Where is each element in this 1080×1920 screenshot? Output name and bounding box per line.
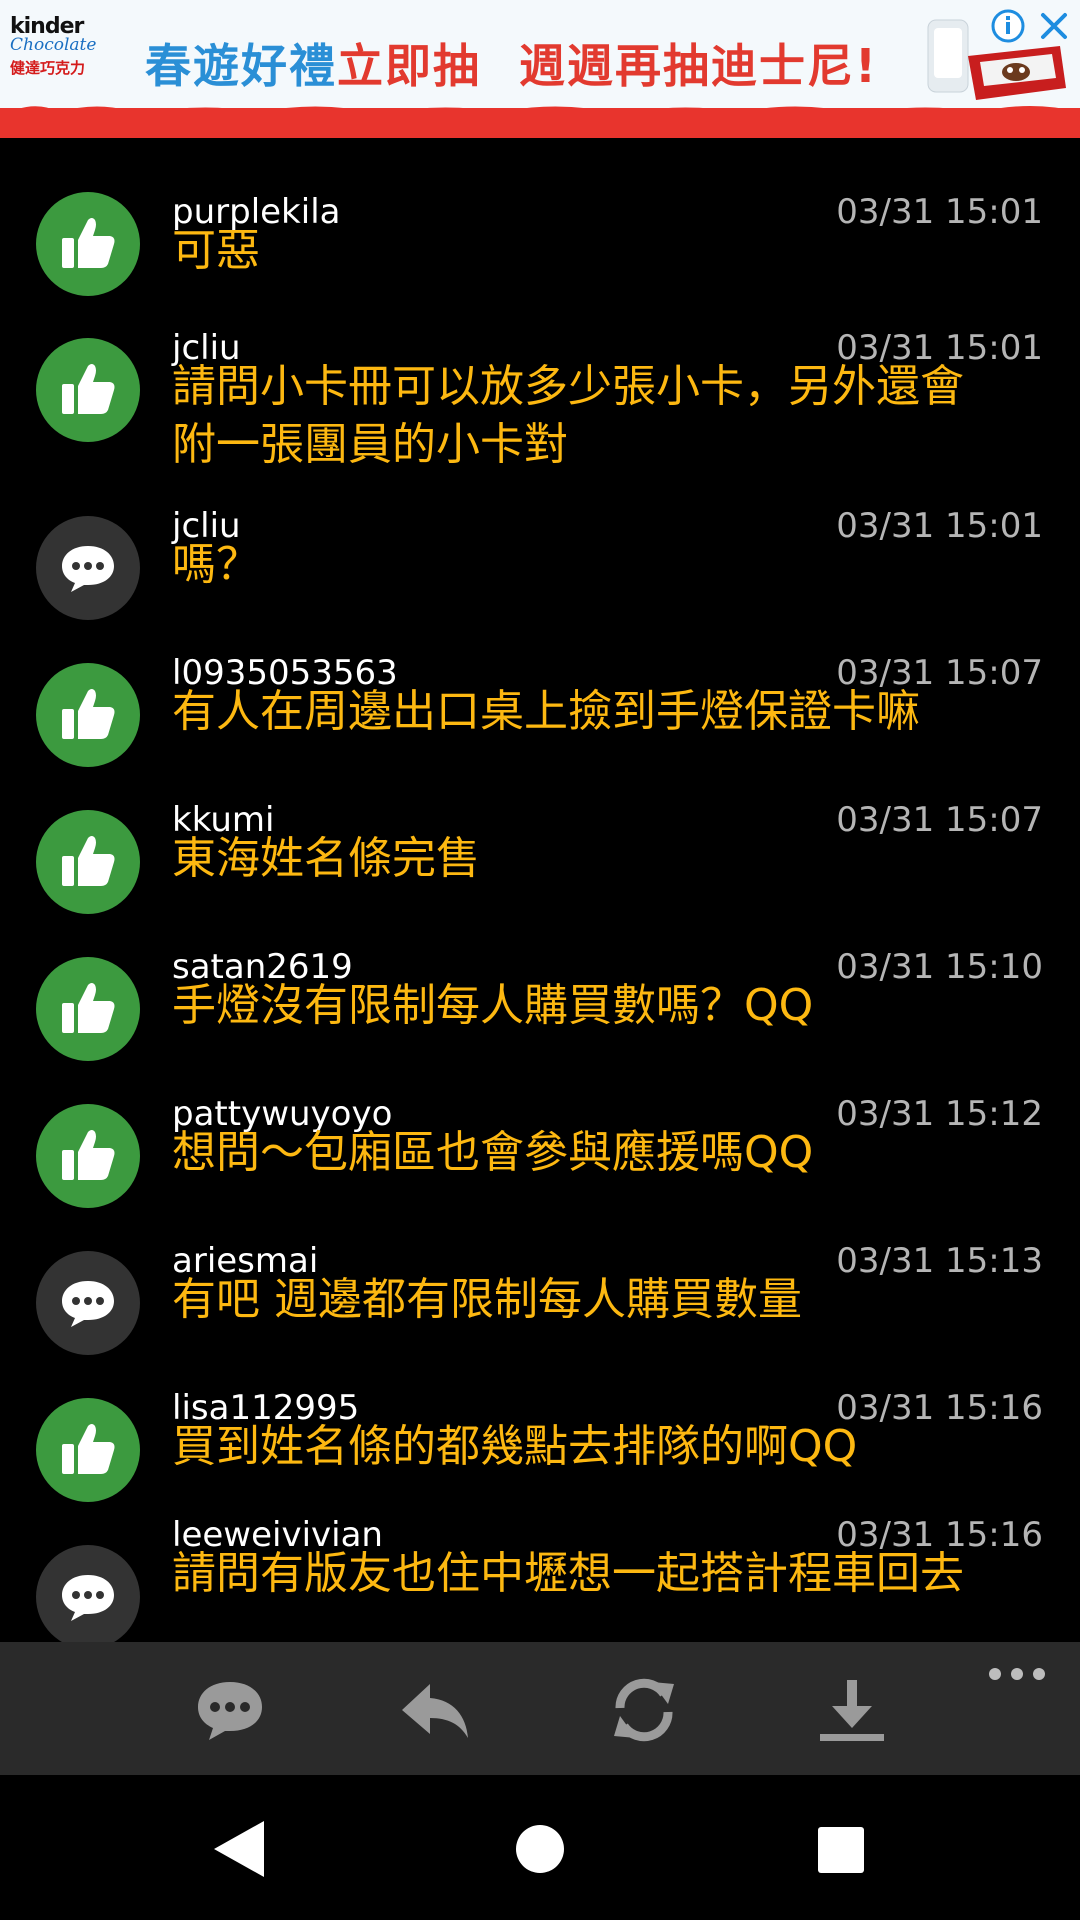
comment-list[interactable]: purplekila 03/31 15:01 可惡 jcliu 03/31 15… [0,138,1080,1642]
thumbs-up-avatar [36,663,140,767]
comment-message: 請問有版友也住中壢想一起搭計程車回去 [172,1548,964,1599]
kinder-logo: kinder Chocolate 健達巧克力 [10,14,128,84]
comment-message: 可惡 [172,225,260,276]
thumbs-up-icon [62,1130,115,1180]
thumbs-up-avatar [36,810,140,914]
chat-bubble-icon [62,1281,114,1327]
refresh-button[interactable] [606,1672,682,1748]
back-icon[interactable] [208,1817,272,1881]
thumbs-up-icon [62,364,115,414]
comment-message: 東海姓名條完售 [172,833,480,884]
chat-avatar [36,1545,140,1642]
ad-info-icon[interactable] [990,8,1026,44]
thumbs-up-icon [62,689,115,739]
thumbs-up-icon [62,1424,115,1474]
download-button[interactable] [814,1672,890,1748]
recents-icon[interactable] [808,1817,872,1881]
logo-chinese: 健達巧克力 [10,59,86,77]
chat-bubble-icon [62,1575,114,1621]
thumbs-up-avatar [36,1398,140,1502]
logo-product: Chocolate [10,35,97,55]
comment-message: 有人在周邊出口桌上撿到手燈保證卡嘛 [172,686,920,737]
system-navigation-bar [0,1775,1080,1920]
home-icon[interactable] [508,1817,572,1881]
ad-banner[interactable]: kinder Chocolate 健達巧克力 春遊好禮立即抽 週週再抽迪士尼! [0,0,1080,138]
refresh-icon [614,1678,674,1742]
download-icon [820,1680,884,1741]
chat-avatar [36,1251,140,1355]
thumbs-up-icon [62,983,115,1033]
more-icon[interactable] [986,1664,1048,1684]
comment-button[interactable] [192,1672,268,1748]
comment-message: 手燈沒有限制每人購買數嗎？QQ [172,980,814,1031]
bottom-toolbar [0,1642,1080,1775]
chat-bubble-icon [62,546,114,592]
thumbs-up-avatar [36,192,140,296]
ad-red-band [0,108,1080,138]
ad-headline: 春遊好禮立即抽 週週再抽迪士尼! [145,39,878,93]
comment-message: 嗎？ [172,539,260,590]
comment-message: 有吧 週邊都有限制每人購買數量 [172,1274,802,1325]
reply-icon [402,1684,468,1738]
thumbs-up-avatar [36,1104,140,1208]
thumbs-up-avatar [36,957,140,1061]
chat-avatar [36,516,140,620]
reply-button[interactable] [398,1672,474,1748]
thumbs-up-icon [62,218,115,268]
comment-message: 請問小卡冊可以放多少張小卡，另外還會 附一張團員的小卡對 [172,361,964,470]
comment-message: 想問～包廂區也會參與應援嗎QQ [172,1127,814,1178]
ad-close-icon[interactable] [1036,8,1072,44]
thumbs-up-icon [62,836,115,886]
thumbs-up-avatar [36,338,140,442]
comment-message: 買到姓名條的都幾點去排隊的啊QQ [172,1421,858,1472]
comment-icon [198,1682,262,1740]
